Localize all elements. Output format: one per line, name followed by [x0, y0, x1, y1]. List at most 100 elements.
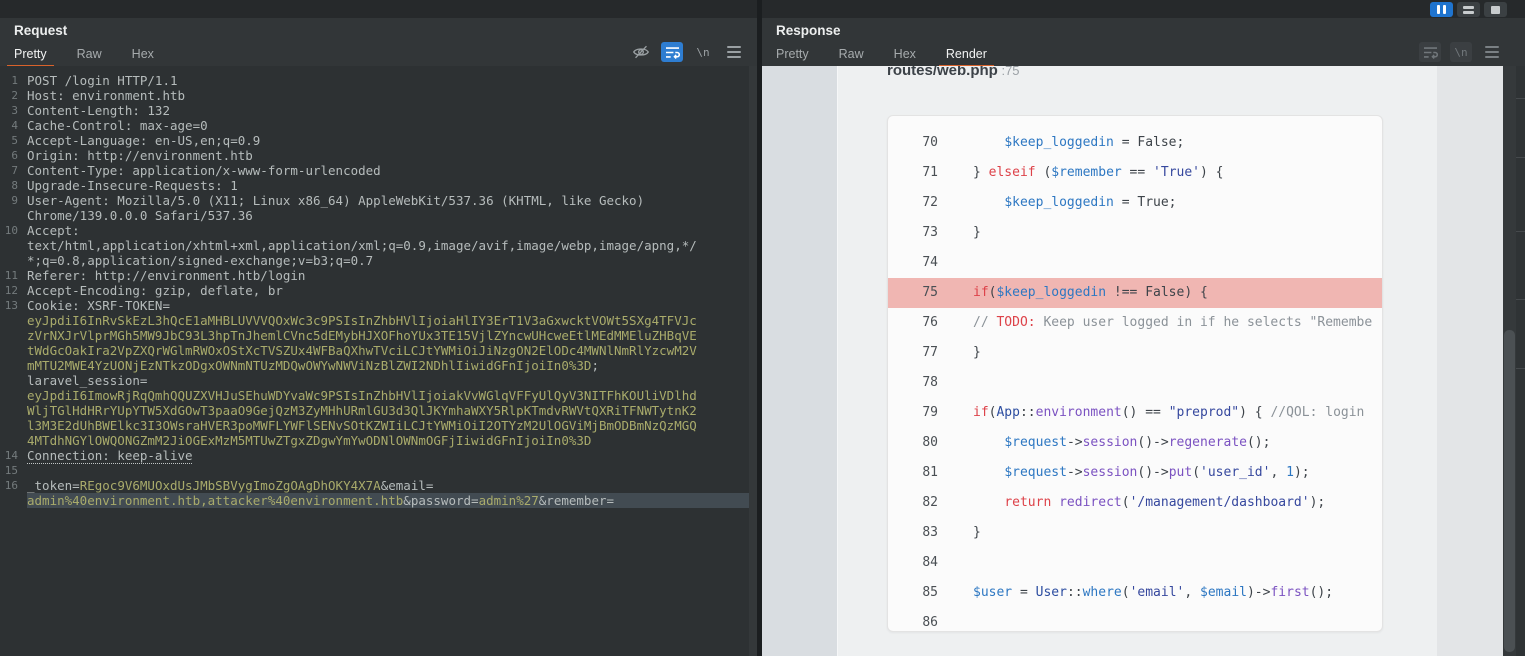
code-line-number: 70 [888, 128, 938, 158]
code-line: 85$user = User::where('email', $email)->… [888, 578, 1382, 608]
line-number [0, 433, 18, 448]
request-line: eyJpdiI6InRvSkEzL3hQcE1aMHBLUVVVQOxWc3c9… [0, 313, 757, 328]
request-line: 14Connection: keep-alive [0, 448, 757, 463]
code-line-text: } [973, 518, 981, 548]
code-line-number: 80 [888, 428, 938, 458]
code-line: 71 } elseif ($remember == 'True') { [888, 158, 1382, 188]
rail-separator [1516, 98, 1525, 99]
columns-layout-icon [1437, 5, 1446, 14]
code-line-text: $keep_loggedin = False; [973, 128, 1184, 158]
menu-icon[interactable] [1481, 42, 1503, 62]
line-number: 3 [0, 103, 18, 118]
wrap-icon[interactable] [661, 42, 683, 62]
code-line: 86 [888, 608, 1382, 632]
line-number: 10 [0, 223, 18, 238]
code-line-text: $keep_loggedin = True; [973, 188, 1177, 218]
code-line: 73} [888, 218, 1382, 248]
request-line: 2Host: environment.htb [0, 88, 757, 103]
code-line-text: } [973, 218, 981, 248]
single-layout-icon [1491, 6, 1500, 14]
code-line: 74 [888, 248, 1382, 278]
code-line-number: 85 [888, 578, 938, 608]
request-line-text: Accept: [27, 223, 757, 238]
newline-icon[interactable]: \n [1450, 42, 1472, 62]
request-line-text: Accept-Language: en-US,en;q=0.9 [27, 133, 757, 148]
request-line: mMTU2MWE4YzUONjEzNTkzODgxOWNmNTUzMDQwOWY… [0, 358, 757, 373]
source-file-name: routes/web.php [887, 66, 998, 79]
code-line-number: 74 [888, 248, 938, 278]
request-line-text: Content-Length: 132 [27, 103, 757, 118]
request-line-text: Cookie: XSRF-TOKEN= [27, 298, 757, 313]
code-line-number: 78 [888, 368, 938, 398]
code-line-number: 83 [888, 518, 938, 548]
code-line-number: 84 [888, 548, 938, 578]
request-line: 4Cache-Control: max-age=0 [0, 118, 757, 133]
request-line: text/html,application/xhtml+xml,applicat… [0, 238, 757, 253]
code-line-number: 79 [888, 398, 938, 428]
request-line-text: tWdGcOakIra2VpZXQrWGlmRWOxOStXcTVSZUx4WF… [27, 343, 757, 358]
line-number: 16 [0, 478, 18, 493]
columns-layout-button[interactable] [1430, 2, 1453, 17]
line-number: 9 [0, 193, 18, 208]
code-line-text: // TODO: Keep user logged in if he selec… [973, 308, 1372, 338]
request-tab-pretty[interactable]: Pretty [7, 44, 54, 66]
line-number [0, 358, 18, 373]
code-line-number: 75 [888, 278, 938, 308]
code-snippet-card: 70 $keep_loggedin = False; 71 } elseif ($r… [887, 115, 1383, 632]
request-scrollbar[interactable] [749, 66, 757, 656]
line-number: 4 [0, 118, 18, 133]
line-number [0, 343, 18, 358]
rail-separator [1516, 231, 1525, 232]
top-bar [0, 0, 1525, 18]
code-line: 81 $request->session()->put('user_id', 1… [888, 458, 1382, 488]
request-line: zVrNXJrVlprMGh5MW9JbC93L3hpTnJhemlCVnc5d… [0, 328, 757, 343]
line-number: 7 [0, 163, 18, 178]
source-file-line-ref: :75 [998, 66, 1020, 78]
request-line-text: Accept-Encoding: gzip, deflate, br [27, 283, 757, 298]
request-line: l3M3E2dUhBWElkc3I3OWsraHVER3poMWFLYWFlSE… [0, 418, 757, 433]
code-line-number: 76 [888, 308, 938, 338]
line-number: 13 [0, 298, 18, 313]
rail-separator [1516, 368, 1525, 369]
line-number [0, 238, 18, 253]
request-tab-raw[interactable]: Raw [70, 44, 109, 66]
code-line-number: 82 [888, 488, 938, 518]
response-tab-render[interactable]: Render [939, 44, 994, 66]
request-line: admin%40environment.htb,attacker%40envir… [0, 493, 757, 508]
line-number: 6 [0, 148, 18, 163]
rail-separator [1516, 157, 1525, 158]
request-line: *;q=0.8,application/signed-exchange;v=b3… [0, 253, 757, 268]
code-line-text: } elseif ($remember == 'True') { [973, 158, 1224, 188]
response-tab-raw[interactable]: Raw [832, 44, 871, 66]
request-line: 12Accept-Encoding: gzip, deflate, br [0, 283, 757, 298]
line-number [0, 493, 18, 508]
request-line: 7Content-Type: application/x-www-form-ur… [0, 163, 757, 178]
wrap-icon[interactable] [1419, 42, 1441, 62]
response-scrollbar-thumb[interactable] [1504, 330, 1515, 652]
request-tab-hex[interactable]: Hex [125, 44, 161, 66]
response-tab-hex[interactable]: Hex [887, 44, 923, 66]
request-line-text [27, 463, 757, 478]
response-tab-pretty[interactable]: Pretty [769, 44, 816, 66]
hide-icon[interactable] [630, 42, 652, 62]
request-line-text: admin%40environment.htb,attacker%40envir… [27, 493, 757, 508]
code-line-number: 71 [888, 158, 938, 188]
single-layout-button[interactable] [1484, 2, 1507, 17]
request-line: tWdGcOakIra2VpZXQrWGlmRWOxOStXcTVSZUx4WF… [0, 343, 757, 358]
request-editor[interactable]: 1POST /login HTTP/1.12Host: environment.… [0, 66, 757, 656]
request-line-text: l3M3E2dUhBWElkc3I3OWsraHVER3poMWFLYWFlSE… [27, 418, 757, 433]
response-scrollbar[interactable] [1503, 66, 1516, 656]
request-line: 9User-Agent: Mozilla/5.0 (X11; Linux x86… [0, 193, 757, 208]
menu-icon[interactable] [723, 42, 745, 62]
collapsed-inspector-rail[interactable] [1516, 66, 1525, 656]
line-number: 15 [0, 463, 18, 478]
line-number [0, 253, 18, 268]
request-line-text: WljTGlHdHRrYUpYTW5XdGOwT3paaO9GejQzM3ZyM… [27, 403, 757, 418]
code-line-text: return redirect('/management/dashboard')… [973, 488, 1325, 518]
request-line-text: POST /login HTTP/1.1 [27, 73, 757, 88]
request-line: 3 Content-Length: 132 [0, 103, 757, 118]
newline-icon[interactable]: \n [692, 42, 714, 62]
response-panel-title: Response [776, 23, 841, 38]
rows-layout-button[interactable] [1457, 2, 1480, 17]
code-line: 82 return redirect('/management/dashboar… [888, 488, 1382, 518]
